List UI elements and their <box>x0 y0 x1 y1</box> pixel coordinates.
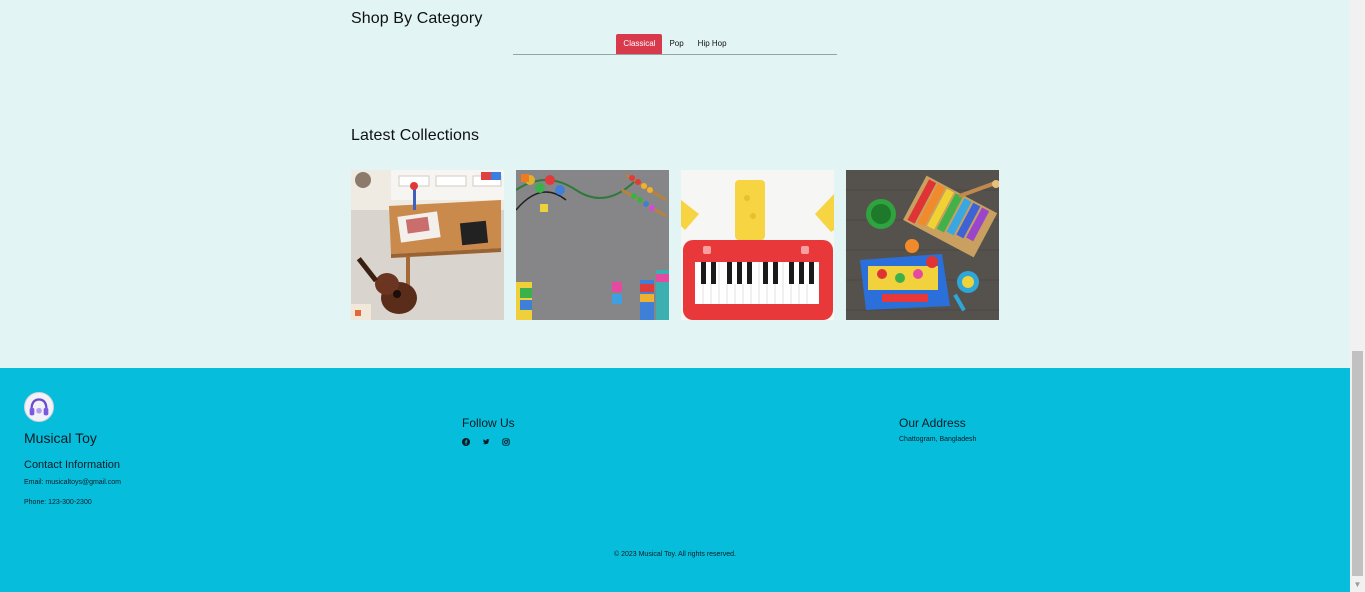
contact-phone: Phone: 123-300-2300 <box>24 499 92 506</box>
footer-brand-name: Musical Toy <box>24 430 97 446</box>
twitter-icon[interactable] <box>482 438 490 446</box>
ukulele-playroom-image[interactable] <box>351 170 504 320</box>
tab-pop[interactable]: Pop <box>662 34 690 54</box>
shop-by-category-title: Shop By Category <box>351 10 483 27</box>
contact-email: Email: musicaltoys@gmail.com <box>24 479 121 486</box>
tab-classical[interactable]: Classical <box>616 34 663 54</box>
address-text: Chattogram, Bangladesh <box>899 436 977 443</box>
footer: Musical Toy Contact Information Email: m… <box>0 368 1350 592</box>
scroll-down-arrow-icon[interactable]: ▼ <box>1350 577 1365 592</box>
social-links <box>462 438 510 446</box>
follow-us-title: Follow Us <box>462 416 515 430</box>
vertical-scrollbar[interactable]: ▼ <box>1350 0 1365 592</box>
latest-collections-title: Latest Collections <box>351 127 480 144</box>
page: Shop By Category Classical Pop Hip Hop L… <box>0 0 1350 592</box>
toy-instruments-xylophone-image[interactable] <box>846 170 999 320</box>
contact-information-title: Contact Information <box>24 459 120 471</box>
our-address-title: Our Address <box>899 416 966 430</box>
headphones-logo-icon[interactable] <box>24 392 54 422</box>
facebook-icon[interactable] <box>462 438 470 446</box>
category-tabs: Classical Pop Hip Hop <box>513 34 837 55</box>
tab-hip-hop[interactable]: Hip Hop <box>691 34 734 54</box>
toy-piano-image[interactable] <box>681 170 834 320</box>
instagram-icon[interactable] <box>502 438 510 446</box>
scrollbar-thumb[interactable] <box>1352 351 1363 576</box>
copyright-text: © 2023 Musical Toy. All rights reserved. <box>613 551 736 558</box>
toy-abacus-carpet-image[interactable] <box>516 170 669 320</box>
